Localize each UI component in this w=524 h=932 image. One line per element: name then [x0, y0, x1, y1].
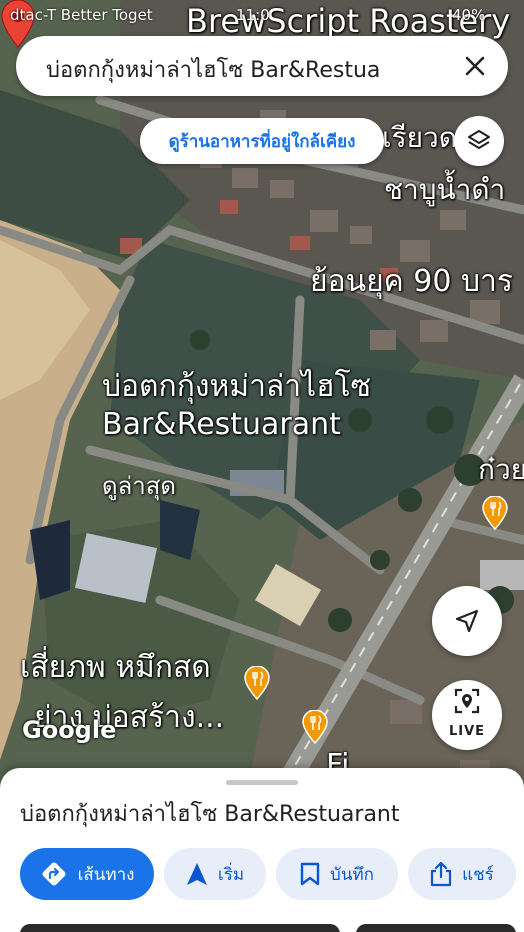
map-label-yon-yuk[interactable]: ย้อนยุค 90 บาร [310, 258, 513, 305]
start-button[interactable]: เริ่ม [164, 848, 266, 900]
search-query[interactable]: บ่อตกกุ้งหม่าล่าไฮโซ Bar&Restua [46, 52, 426, 87]
close-icon [465, 56, 485, 76]
nearby-restaurants-chip[interactable]: ดูร้านอาหารที่อยู่ใกล้เคียง [140, 118, 384, 164]
live-view-icon [454, 688, 480, 714]
layers-icon [468, 130, 490, 149]
status-carrier: dtac-T Better Toget [10, 6, 153, 24]
save-label: บันทึก [330, 864, 374, 885]
share-label: แชร์ [462, 864, 494, 885]
photo-thumbnail-peek[interactable] [20, 924, 340, 932]
selected-place-label-line1: บ่อตกกุ้งหม่าล่าไฮโซ [102, 369, 372, 404]
start-label: เริ่ม [217, 864, 245, 885]
sheet-drag-handle[interactable] [226, 780, 298, 785]
place-title: บ่อตกกุ้งหม่าล่าไฮโซ Bar&Restuarant [20, 802, 400, 827]
share-icon [430, 861, 452, 887]
directions-button[interactable]: เส้นทาง [20, 848, 154, 900]
map-label-shabu[interactable]: ชาบูน้ำดำ [384, 168, 505, 212]
close-button[interactable] [458, 49, 492, 83]
live-view-button[interactable]: LIVE [432, 680, 502, 750]
map-label-goi[interactable]: ก๋วย [478, 448, 524, 492]
search-bar[interactable]: บ่อตกกุ้งหม่าล่าไฮโซ Bar&Restua [16, 36, 508, 96]
photo-thumbnail-peek[interactable] [356, 924, 516, 932]
place-bottom-sheet[interactable]: บ่อตกกุ้งหม่าล่าไฮโซ Bar&Restuarant เส้น… [0, 768, 524, 932]
navigation-start-icon [186, 862, 208, 886]
directions-label: เส้นทาง [77, 864, 135, 885]
directions-icon [40, 860, 68, 888]
restaurant-marker-icon[interactable] [244, 666, 270, 700]
save-button[interactable]: บันทึก [276, 848, 398, 900]
map-label-seafood-line1[interactable]: เสี่ยภพ หมึกสด [20, 644, 211, 691]
my-location-button[interactable] [432, 586, 502, 656]
maps-screen: BrewScript Roastery เรียวด ชาบูน้ำดำ ย้อ… [0, 0, 524, 932]
status-time: 11:0 [236, 6, 270, 24]
place-latest-label: ดูล่าสุด [102, 472, 177, 500]
status-bar: dtac-T Better Toget 11:0 40% [0, 0, 524, 30]
selected-place-label[interactable]: บ่อตกกุ้งหม่าล่าไฮโซ Bar&Restuarant [102, 368, 371, 444]
restaurant-marker-icon[interactable] [302, 710, 328, 744]
selected-place-label-line2: Bar&Restuarant [102, 407, 341, 442]
share-button[interactable]: แชร์ [408, 848, 516, 900]
google-logo: Google [22, 716, 117, 744]
layers-button[interactable] [454, 116, 504, 166]
map-label-riaw[interactable]: เรียวด [382, 116, 457, 160]
live-label: LIVE [448, 724, 486, 739]
status-battery: 40% [452, 6, 486, 24]
restaurant-marker-icon[interactable] [482, 496, 508, 530]
navigation-arrow-icon [455, 609, 479, 633]
bookmark-icon [300, 862, 320, 886]
